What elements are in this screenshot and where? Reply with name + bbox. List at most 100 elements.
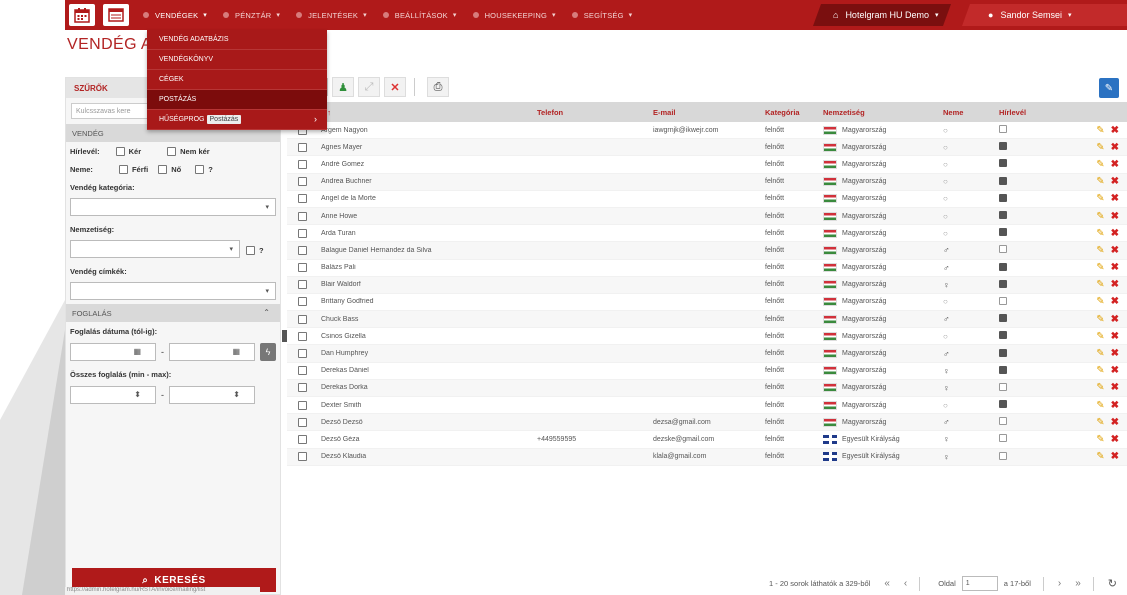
delete-icon[interactable]: ✖ bbox=[1111, 434, 1119, 445]
dropdown-item-vendeg-adatbazis[interactable]: VENDÉG ADATBÁZIS bbox=[147, 30, 327, 50]
edit-icon[interactable]: ✎ bbox=[1096, 159, 1104, 170]
delete-icon[interactable]: ✖ bbox=[1111, 451, 1119, 462]
table-row[interactable]: Csinos Gizella felnőtt Magyarország ○ ✎ ✖ bbox=[287, 328, 1127, 346]
cell-name[interactable]: Dexter Smith bbox=[317, 402, 535, 409]
menu-jelentesek[interactable]: JELENTÉSEK ▾ bbox=[296, 11, 367, 20]
dropdown-item-husegprogram[interactable]: HŰSÉGPROG Postázás › bbox=[147, 110, 327, 130]
delete-icon[interactable]: ✖ bbox=[1111, 331, 1119, 342]
checkbox[interactable] bbox=[167, 146, 177, 156]
delete-icon[interactable]: ✖ bbox=[1111, 245, 1119, 256]
row-checkbox[interactable] bbox=[297, 159, 307, 169]
menu-housekeeping[interactable]: HOUSEKEEPING ▾ bbox=[472, 11, 556, 20]
row-checkbox[interactable] bbox=[297, 366, 307, 376]
table-row[interactable]: Derekas Dorka felnőtt Magyarország ♀ ✎ ✖ bbox=[287, 379, 1127, 397]
delete-icon[interactable]: ✖ bbox=[1111, 228, 1119, 239]
table-row[interactable]: Chuck Bass felnőtt Magyarország ♂ ✎ ✖ bbox=[287, 311, 1127, 329]
max-bookings-input[interactable]: ⬍ bbox=[169, 386, 255, 404]
cell-name[interactable]: Dezső Klaudia bbox=[317, 453, 535, 460]
delete-icon[interactable]: ✖ bbox=[1111, 142, 1119, 153]
table-row[interactable]: André Gomez felnőtt Magyarország ○ ✎ ✖ bbox=[287, 156, 1127, 174]
cell-name[interactable]: Argem Nagyon bbox=[317, 127, 535, 134]
cell-name[interactable]: Dan Humphrey bbox=[317, 350, 535, 357]
table-row[interactable]: Agnes Mayer felnőtt Magyarország ○ ✎ ✖ bbox=[287, 139, 1127, 157]
quick-date-button[interactable]: ϟ bbox=[260, 343, 276, 361]
booking-section-header[interactable]: FOGLALÁS ⌃ bbox=[66, 304, 280, 322]
dropdown-item-vendegkonyv[interactable]: VENDÉGKÖNYV bbox=[147, 50, 327, 70]
cell-name[interactable]: Andrea Buchner bbox=[317, 178, 535, 185]
delete-icon[interactable]: ✖ bbox=[1111, 417, 1119, 428]
prev-page-button[interactable]: ‹ bbox=[904, 578, 907, 589]
table-row[interactable]: Blair Waldorf felnőtt Magyarország ♀ ✎ ✖ bbox=[287, 276, 1127, 294]
table-row[interactable]: Dan Humphrey felnőtt Magyarország ♂ ✎ ✖ bbox=[287, 345, 1127, 363]
row-checkbox[interactable] bbox=[297, 280, 307, 290]
edit-icon[interactable]: ✎ bbox=[1096, 417, 1104, 428]
cell-name[interactable]: Balague Daniel Hernandez da Silva bbox=[317, 247, 535, 254]
list-button[interactable] bbox=[103, 4, 129, 26]
gender-male-checkbox[interactable]: Férfi bbox=[118, 164, 148, 174]
hotel-selector[interactable]: ⌂ Hotelgram HU Demo ▾ bbox=[813, 4, 951, 26]
delete-icon[interactable]: ✖ bbox=[1111, 314, 1119, 325]
row-checkbox[interactable] bbox=[297, 400, 307, 410]
delete-icon[interactable]: ✖ bbox=[1111, 176, 1119, 187]
delete-icon[interactable]: ✖ bbox=[1111, 159, 1119, 170]
newsletter-yes-checkbox[interactable]: Kér bbox=[115, 146, 141, 156]
edit-icon[interactable]: ✎ bbox=[1096, 245, 1104, 256]
edit-icon[interactable]: ✎ bbox=[1096, 262, 1104, 273]
cell-name[interactable]: Csinos Gizella bbox=[317, 333, 535, 340]
delete-icon[interactable]: ✖ bbox=[1111, 193, 1119, 204]
edit-icon[interactable]: ✎ bbox=[1096, 451, 1104, 462]
cell-name[interactable]: Balázs Pali bbox=[317, 264, 535, 271]
delete-button[interactable]: ✕ bbox=[384, 77, 406, 97]
delete-icon[interactable]: ✖ bbox=[1111, 279, 1119, 290]
edit-icon[interactable]: ✎ bbox=[1096, 296, 1104, 307]
delete-icon[interactable]: ✖ bbox=[1111, 125, 1119, 136]
edit-icon[interactable]: ✎ bbox=[1096, 193, 1104, 204]
cell-name[interactable]: Chuck Bass bbox=[317, 316, 535, 323]
checkbox[interactable] bbox=[118, 164, 128, 174]
edit-icon[interactable]: ✎ bbox=[1096, 125, 1104, 136]
header-category[interactable]: Kategória bbox=[763, 108, 821, 117]
page-input[interactable]: 1 bbox=[961, 576, 998, 591]
nationality-select[interactable]: ▾ bbox=[70, 240, 240, 258]
tags-select[interactable]: ▾ bbox=[70, 282, 276, 300]
edit-icon[interactable]: ✎ bbox=[1096, 228, 1104, 239]
print-button[interactable]: ⎙ bbox=[427, 77, 449, 97]
row-checkbox[interactable] bbox=[297, 331, 307, 341]
table-row[interactable]: Angel de la Morte felnőtt Magyarország ○ ✎ ✖ bbox=[287, 191, 1127, 208]
table-row[interactable]: Balázs Pali felnőtt Magyarország ♂ ✎ ✖ bbox=[287, 260, 1127, 277]
delete-icon[interactable]: ✖ bbox=[1111, 348, 1119, 359]
dropdown-item-cegek[interactable]: CÉGEK bbox=[147, 70, 327, 90]
delete-icon[interactable]: ✖ bbox=[1111, 262, 1119, 273]
header-email[interactable]: E-mail bbox=[651, 108, 763, 117]
row-checkbox[interactable] bbox=[297, 263, 307, 273]
date-from-input[interactable]: ▦ bbox=[70, 343, 156, 361]
edit-icon[interactable]: ✎ bbox=[1096, 365, 1104, 376]
cell-name[interactable]: Blair Waldorf bbox=[317, 281, 535, 288]
table-row[interactable]: Dezső Dezső dezsa@gmail.com felnőtt Magyaro… bbox=[287, 414, 1127, 432]
row-checkbox[interactable] bbox=[297, 297, 307, 307]
table-row[interactable]: Balague Daniel Hernandez da Silva felnőtt… bbox=[287, 242, 1127, 260]
edit-icon[interactable]: ✎ bbox=[1096, 434, 1104, 445]
calendar-button[interactable] bbox=[69, 4, 95, 26]
edit-icon[interactable]: ✎ bbox=[1096, 142, 1104, 153]
cell-name[interactable]: Brittany Godfried bbox=[317, 298, 535, 305]
row-checkbox[interactable] bbox=[297, 228, 307, 238]
delete-icon[interactable]: ✖ bbox=[1111, 296, 1119, 307]
min-bookings-input[interactable]: ⬍ bbox=[70, 386, 156, 404]
checkbox[interactable] bbox=[158, 164, 168, 174]
nationality-unknown-checkbox[interactable] bbox=[246, 245, 255, 255]
edit-icon[interactable]: ✎ bbox=[1096, 279, 1104, 290]
header-name[interactable]: v ↑ bbox=[317, 108, 535, 117]
row-checkbox[interactable] bbox=[297, 314, 307, 324]
cell-name[interactable]: Anne Howe bbox=[317, 213, 535, 220]
last-page-button[interactable]: » bbox=[1075, 578, 1081, 589]
stepper-icon[interactable]: ⬍ bbox=[233, 390, 240, 399]
table-row[interactable]: Dezső Klaudia klala@gmail.com felnőtt Egyes… bbox=[287, 448, 1127, 466]
menu-vendegek[interactable]: VENDÉGEK ▾ bbox=[143, 11, 207, 20]
cell-name[interactable]: Arda Turan bbox=[317, 230, 535, 237]
cell-name[interactable]: André Gomez bbox=[317, 161, 535, 168]
row-checkbox[interactable] bbox=[297, 452, 307, 462]
delete-icon[interactable]: ✖ bbox=[1111, 365, 1119, 376]
row-checkbox[interactable] bbox=[297, 245, 307, 255]
user-menu[interactable]: ● Sandor Semsei ▾ bbox=[962, 4, 1127, 26]
